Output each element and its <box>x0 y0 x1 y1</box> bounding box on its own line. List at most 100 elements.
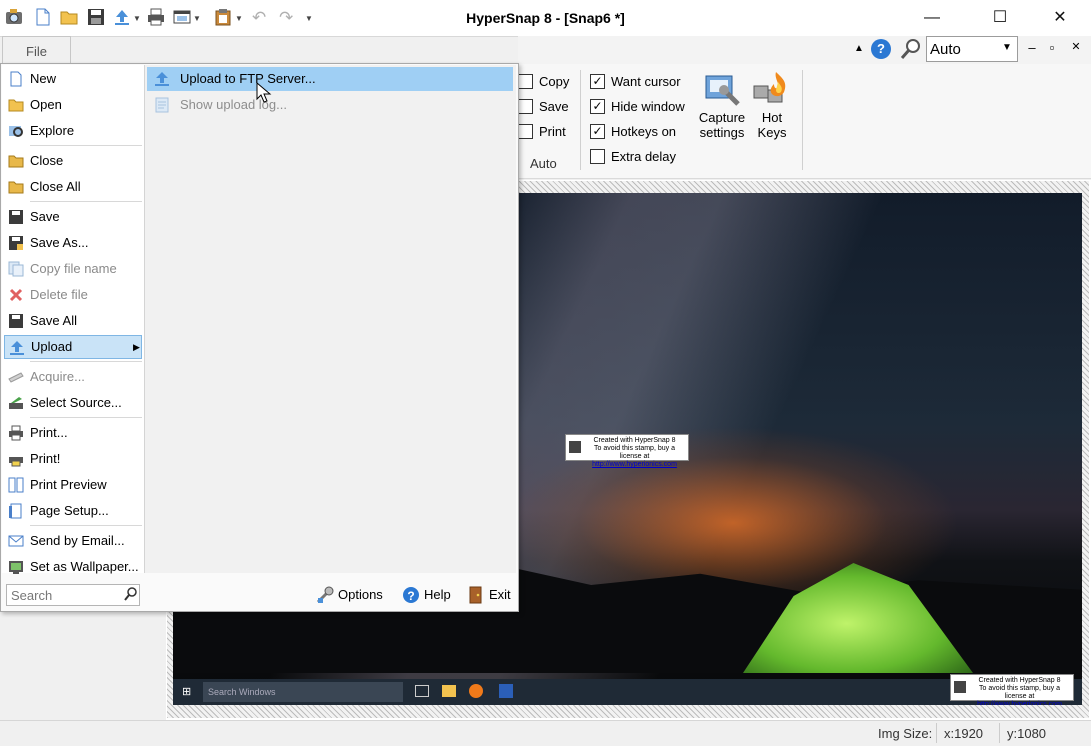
stamp-camera-icon <box>569 441 581 453</box>
menu-item-new[interactable]: New <box>4 67 142 91</box>
menu-item-upload[interactable]: Upload ▶ <box>4 335 142 359</box>
checkbox-box <box>590 148 605 164</box>
chevron-down-icon: ▼ <box>1002 42 1012 53</box>
floppy-as-icon <box>8 235 24 251</box>
checkbox-label: Hide window <box>611 98 685 114</box>
menu-item-print-now[interactable]: Print! <box>4 447 142 471</box>
minimize-ribbon-button[interactable]: – <box>1024 40 1040 55</box>
auto-print-checkbox[interactable]: Print <box>518 120 569 142</box>
auto-group: Copy Save Print <box>518 70 569 142</box>
menu-item-explore[interactable]: Explore <box>4 119 142 143</box>
auto-save-checkbox[interactable]: Save <box>518 95 569 117</box>
watermark-stamp: Created with HyperSnap 8 To avoid this s… <box>565 434 689 468</box>
ribbon-collapse-icon[interactable]: ▲ <box>854 43 864 54</box>
search-icon[interactable] <box>124 587 138 601</box>
menu-item-save[interactable]: Save <box>4 205 142 229</box>
maximize-button[interactable]: ☐ <box>977 0 1023 36</box>
menu-item-save-all[interactable]: Save All <box>4 309 142 333</box>
menu-item-save-as[interactable]: Save As... <box>4 231 142 255</box>
exit-button[interactable]: Exit <box>467 583 511 607</box>
ribbon-separator <box>802 70 803 170</box>
menu-separator <box>30 361 142 362</box>
hotkeys-on-checkbox[interactable]: ✓ Hotkeys on <box>590 120 685 142</box>
log-icon <box>154 97 170 113</box>
file-menu-list: New Open Explore Close Close All Save Sa… <box>2 65 145 574</box>
menu-separator <box>30 201 142 202</box>
menu-item-label: Acquire... <box>30 369 85 384</box>
folder-close-icon <box>8 153 24 169</box>
printer-icon <box>8 425 24 441</box>
menu-item-copy-file-name[interactable]: Copy file name <box>4 257 142 281</box>
zoom-select[interactable]: Auto ▼ <box>926 36 1018 62</box>
menu-item-select-source[interactable]: Select Source... <box>4 391 142 415</box>
status-separator <box>999 723 1000 743</box>
hide-window-checkbox[interactable]: ✓ Hide window <box>590 95 685 117</box>
stamp-link: http://www.hyperionics.com <box>977 701 1062 705</box>
checkmark-icon: ✓ <box>590 98 605 114</box>
capture-settings-line1: Capture <box>698 110 746 125</box>
menu-item-label: Page Setup... <box>30 503 109 518</box>
upload-icon <box>9 340 25 356</box>
status-bar: Img Size: x:1920 y:1080 <box>0 720 1091 746</box>
extra-delay-checkbox[interactable]: Extra delay <box>590 145 685 167</box>
auto-copy-checkbox[interactable]: Copy <box>518 70 569 92</box>
help-icon[interactable]: ? <box>871 39 891 59</box>
restore-doc-button[interactable]: ▫ <box>1044 40 1060 55</box>
menu-item-acquire[interactable]: Acquire... <box>4 365 142 389</box>
options-button[interactable]: Options <box>316 583 383 607</box>
ribbon: Copy Save Print Auto ✓ Want cursor ✓ Hide … <box>518 64 1091 179</box>
stamp-line2: To avoid this stamp, buy a license at <box>979 685 1060 700</box>
menu-item-open[interactable]: Open <box>4 93 142 117</box>
capture-settings-button[interactable]: Capture settings <box>692 70 752 140</box>
stamp-line2: To avoid this stamp, buy a license at <box>594 445 675 460</box>
menu-item-set-wallpaper[interactable]: Set as Wallpaper... <box>4 555 142 579</box>
menu-item-label: Set as Wallpaper... <box>30 559 139 574</box>
preview-icon <box>8 477 24 493</box>
checkbox-label: Extra delay <box>611 148 677 164</box>
page-setup-icon <box>8 503 24 519</box>
menu-item-label: Delete file <box>30 287 88 302</box>
print-now-icon <box>8 451 24 467</box>
file-tab[interactable]: File <box>2 36 71 65</box>
menu-item-close[interactable]: Close <box>4 149 142 173</box>
menu-item-send-email[interactable]: Send by Email... <box>4 529 142 553</box>
img-size-y: y:1080 <box>1007 726 1047 741</box>
menu-item-print[interactable]: Print... <box>4 421 142 445</box>
menu-separator <box>30 145 142 146</box>
minimize-button[interactable]: — <box>909 0 955 36</box>
image-taskbar: ⊞ Search Windows <box>173 679 1082 705</box>
help-icon: ? <box>402 586 420 604</box>
img-size-x: x:1920 <box>944 726 984 741</box>
menu-item-label: Upload <box>31 339 73 354</box>
options-icon <box>316 586 334 604</box>
checkbox-label: Want cursor <box>611 73 681 89</box>
close-doc-button[interactable]: ✕ <box>1068 40 1084 53</box>
img-size-label: Img Size: <box>878 726 933 741</box>
menu-item-print-preview[interactable]: Print Preview <box>4 473 142 497</box>
exit-door-icon <box>467 586 485 604</box>
want-cursor-checkbox[interactable]: ✓ Want cursor <box>590 70 685 92</box>
auto-group-label: Auto <box>530 156 557 171</box>
close-button[interactable]: ✕ <box>1037 0 1083 36</box>
menu-item-label: Save All <box>30 313 77 328</box>
hot-keys-line2: Keys <box>757 125 787 140</box>
menu-item-delete-file[interactable]: Delete file <box>4 283 142 307</box>
windows-start-icon: ⊞ <box>182 686 192 698</box>
menu-item-page-setup[interactable]: Page Setup... <box>4 499 142 523</box>
hot-keys-button[interactable]: Hot Keys <box>750 70 794 140</box>
checkbox-label: Hotkeys on <box>611 123 677 139</box>
explorer-icon <box>442 685 456 697</box>
word-icon <box>499 684 513 698</box>
menu-item-close-all[interactable]: Close All <box>4 175 142 199</box>
help-button[interactable]: ? Help <box>402 583 451 607</box>
checkbox-label: Save <box>539 98 569 114</box>
zoom-icon[interactable] <box>900 38 922 60</box>
submenu-arrow-icon: ▶ <box>133 342 140 352</box>
task-view-icon <box>415 685 429 697</box>
menu-item-label: Print Preview <box>30 477 107 492</box>
menu-separator <box>30 525 142 526</box>
submenu-item-upload-ftp[interactable]: Upload to FTP Server... <box>147 67 513 91</box>
menu-search-input[interactable]: Search <box>6 584 140 606</box>
submenu-item-show-upload-log[interactable]: Show upload log... <box>147 93 513 117</box>
floppy-all-icon <box>8 313 24 329</box>
